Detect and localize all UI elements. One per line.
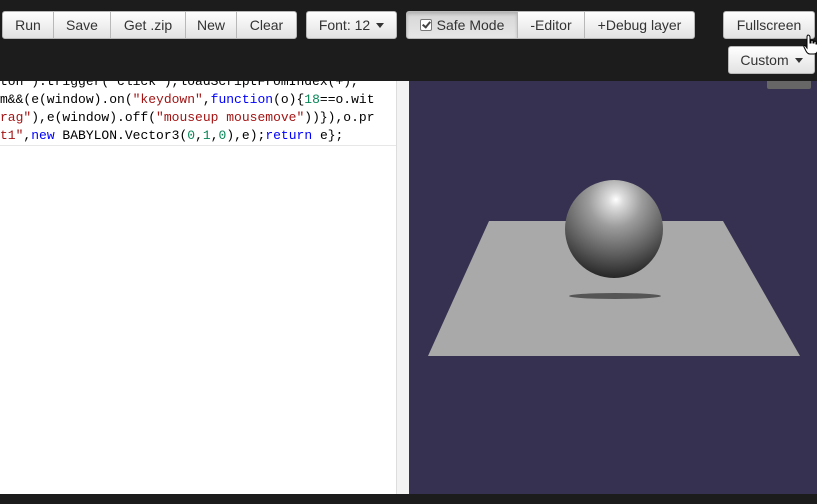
status-strip [0, 494, 817, 504]
editor-toggle-button[interactable]: -Editor [517, 11, 585, 39]
scene-view [428, 180, 800, 356]
sphere-mesh [565, 180, 663, 278]
save-button[interactable]: Save [53, 11, 111, 39]
custom-dropdown[interactable]: Custom [728, 46, 815, 74]
new-button[interactable]: New [185, 11, 237, 39]
hand-cursor-icon [803, 34, 817, 55]
font-dropdown[interactable]: Font: 12 [306, 11, 397, 39]
font-label: Font: 12 [318, 17, 371, 33]
fullscreen-button[interactable]: Fullscreen [723, 11, 815, 39]
code-line-2: m&&(e(window).on("keydown",function(o){1… [0, 92, 375, 107]
current-line-highlight [0, 145, 396, 146]
editor-scrollbar[interactable] [396, 81, 409, 494]
render-canvas[interactable] [409, 81, 817, 494]
caret-down-icon [376, 22, 385, 28]
code-editor[interactable]: ton").trigger("click"),loadScriptFromInd… [0, 81, 396, 494]
code-line-1: ton").trigger("click"),loadScriptFromInd… [0, 81, 359, 89]
safe-mode-toggle[interactable]: Safe Mode [406, 11, 518, 39]
custom-label: Custom [740, 52, 789, 68]
get-zip-button[interactable]: Get .zip [110, 11, 186, 39]
code-line-4: t1",new BABYLON.Vector3(0,1,0),e);return… [0, 128, 344, 143]
debug-layer-button[interactable]: +Debug layer [584, 11, 695, 39]
safe-mode-label: Safe Mode [436, 17, 505, 33]
clear-button[interactable]: Clear [236, 11, 297, 39]
sphere-shadow [569, 293, 661, 299]
checkbox-checked-icon [419, 19, 432, 31]
toolbar: Run Save Get .zip New Clear Font: 12 Saf… [0, 0, 817, 81]
run-button[interactable]: Run [2, 11, 54, 39]
caret-down-icon [794, 57, 803, 63]
code-line-3: rag"),e(window).off("mouseup mousemove")… [0, 110, 375, 125]
